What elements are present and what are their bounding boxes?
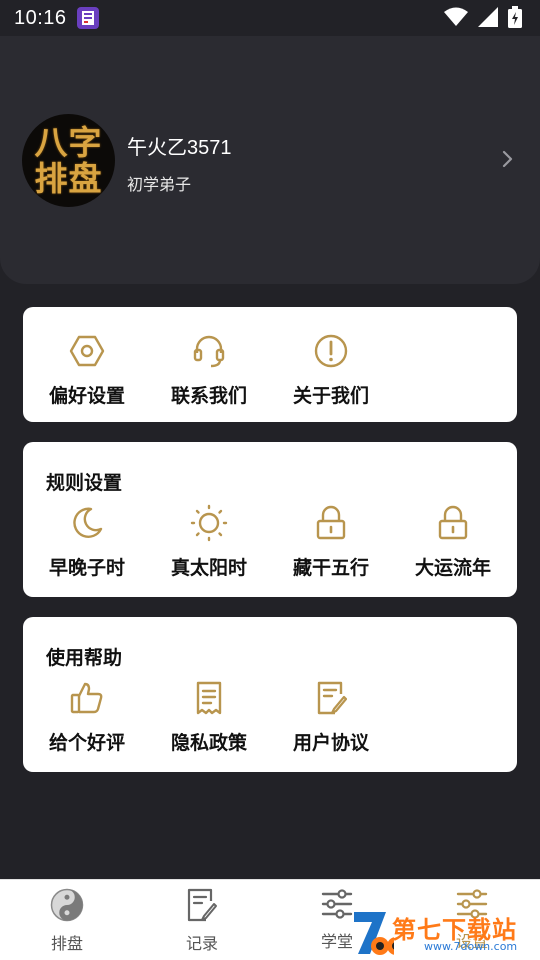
nav-label-paipan: 排盘 xyxy=(50,934,83,953)
nav-label-school: 学堂 xyxy=(320,932,353,951)
rule-luck-cycle-button[interactable]: 大运流年 xyxy=(391,503,515,580)
rule-solar-time-button[interactable]: 真太阳时 xyxy=(147,503,271,580)
rate-app-label: 给个好评 xyxy=(48,732,125,754)
settings-hexagon-icon xyxy=(67,331,107,371)
quick-links-card: 偏好设置 联系我们 关于我们 xyxy=(23,307,517,422)
chevron-right-icon[interactable] xyxy=(502,149,514,173)
profile-header[interactable]: 八字 排盘 午火乙3571 初学弟子 xyxy=(0,36,540,284)
avatar[interactable]: 八字 排盘 xyxy=(22,114,115,207)
about-us-button[interactable]: 关于我们 xyxy=(269,331,393,408)
sun-icon xyxy=(189,503,229,543)
privacy-policy-label: 隐私政策 xyxy=(170,732,247,754)
contact-us-label: 联系我们 xyxy=(170,385,247,407)
battery-charging-icon xyxy=(508,6,522,32)
user-agreement-button[interactable]: 用户协议 xyxy=(269,678,393,755)
nav-tab-records[interactable]: 记录 xyxy=(142,888,262,954)
preferences-button[interactable]: 偏好设置 xyxy=(25,331,149,408)
rule-solar-time-label: 真太阳时 xyxy=(170,557,247,579)
thumbs-up-icon xyxy=(67,678,107,718)
avatar-text-top: 八字 xyxy=(34,122,103,162)
watermark-logo-icon xyxy=(350,906,405,960)
watermark: 第七下载站 www.7down.com xyxy=(350,906,540,960)
document-icon xyxy=(189,678,229,718)
record-icon xyxy=(186,888,218,926)
rule-hidden-stems-label: 藏干五行 xyxy=(292,557,369,579)
status-time: 10:16 xyxy=(14,6,67,29)
user-agreement-label: 用户协议 xyxy=(292,732,369,754)
headset-icon xyxy=(189,331,229,371)
lock-icon xyxy=(311,503,351,543)
rules-card: 规则设置 早晚子时 真太阳时 藏干五行 大运流年 xyxy=(23,442,517,597)
sliders-icon xyxy=(320,888,354,924)
rate-app-button[interactable]: 给个好评 xyxy=(25,678,149,755)
user-level: 初学弟子 xyxy=(127,175,192,194)
nav-tab-paipan[interactable]: 排盘 xyxy=(7,888,127,954)
privacy-policy-button[interactable]: 隐私政策 xyxy=(147,678,271,755)
status-bar: 10:16 xyxy=(0,0,540,36)
watermark-url: www.7down.com xyxy=(424,940,518,953)
rule-hidden-stems-button[interactable]: 藏干五行 xyxy=(269,503,393,580)
wifi-icon xyxy=(444,7,468,31)
yin-yang-icon xyxy=(50,888,84,926)
signal-icon xyxy=(478,7,498,31)
contact-us-button[interactable]: 联系我们 xyxy=(147,331,271,408)
help-title: 使用帮助 xyxy=(46,647,123,669)
help-card: 使用帮助 给个好评 隐私政策 用户协议 xyxy=(23,617,517,772)
user-name: 午火乙3571 xyxy=(127,137,232,159)
info-exclamation-icon xyxy=(311,331,351,371)
document-edit-icon xyxy=(311,678,351,718)
rule-zi-hour-button[interactable]: 早晚子时 xyxy=(25,503,149,580)
about-us-label: 关于我们 xyxy=(292,385,369,407)
nav-label-records: 记录 xyxy=(185,934,218,953)
rules-title: 规则设置 xyxy=(46,472,123,494)
rule-zi-hour-label: 早晚子时 xyxy=(48,557,125,579)
avatar-text-bottom: 排盘 xyxy=(34,158,103,198)
lock-icon xyxy=(433,503,473,543)
rule-luck-cycle-label: 大运流年 xyxy=(414,557,491,579)
preferences-label: 偏好设置 xyxy=(48,385,125,407)
moon-icon xyxy=(67,503,107,543)
notification-app-icon xyxy=(76,7,99,29)
